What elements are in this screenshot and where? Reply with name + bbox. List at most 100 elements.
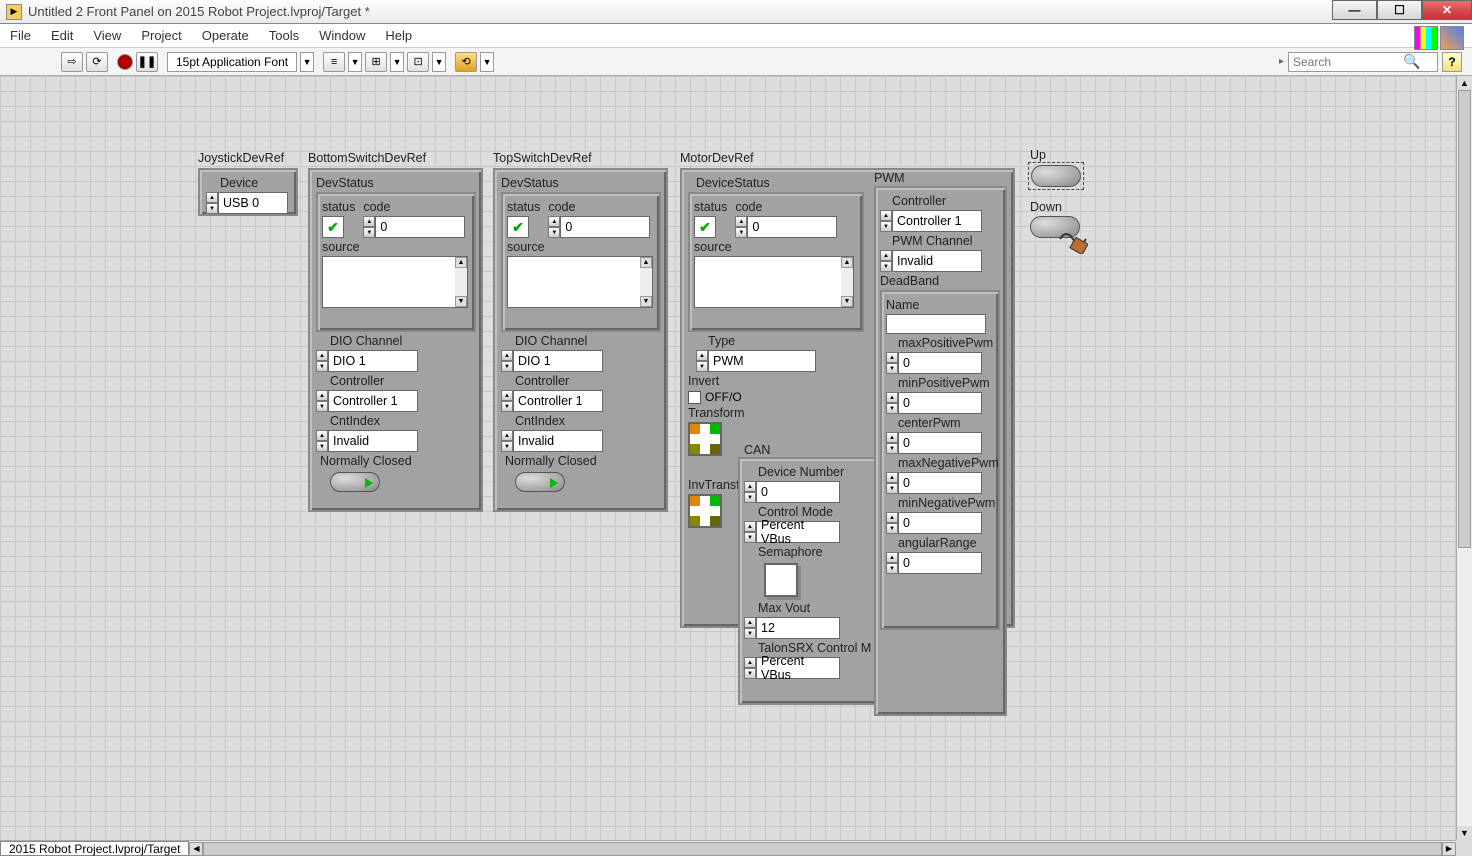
- device-value[interactable]: USB 0: [218, 192, 288, 214]
- vscroll-up-arrow[interactable]: ▲: [1457, 76, 1472, 90]
- transform-icon[interactable]: [688, 422, 722, 456]
- code-value-2[interactable]: 0: [560, 216, 650, 238]
- joystickdevref-cluster[interactable]: Device ▲▼ USB 0: [198, 168, 298, 216]
- abort-button[interactable]: [117, 54, 133, 70]
- minpos-value[interactable]: 0: [898, 392, 982, 414]
- code-spinner-2[interactable]: ▲▼: [548, 216, 560, 238]
- minneg-spinner[interactable]: ▲▼: [886, 512, 898, 534]
- talon-spinner[interactable]: ▲▼: [744, 657, 756, 679]
- pwm-controller-spinner[interactable]: ▲▼: [880, 210, 892, 232]
- source-textarea-2[interactable]: ▲▼: [507, 256, 653, 308]
- type-spinner[interactable]: ▲▼: [696, 350, 708, 372]
- search-box[interactable]: 🔍: [1288, 52, 1438, 72]
- up-button[interactable]: [1031, 165, 1081, 187]
- context-help-button[interactable]: ?: [1442, 52, 1462, 72]
- can-cluster[interactable]: CAN Device Number ▲▼0 Control Mode ▲▼Per…: [738, 457, 878, 705]
- topswitchdevref-cluster[interactable]: DevStatus status ✔ code ▲▼ 0 source ▲▼ D…: [493, 168, 668, 512]
- menu-operate[interactable]: Operate: [202, 28, 249, 43]
- minpos-spinner[interactable]: ▲▼: [886, 392, 898, 414]
- angular-spinner[interactable]: ▲▼: [886, 552, 898, 574]
- controller-value-2[interactable]: Controller 1: [513, 390, 603, 412]
- cnt-value[interactable]: Invalid: [328, 430, 418, 452]
- maxvout-value[interactable]: 12: [756, 617, 840, 639]
- hscroll-left-arrow[interactable]: ◀: [189, 842, 203, 856]
- controller-spinner-2[interactable]: ▲▼: [501, 390, 513, 412]
- distribute-dropdown[interactable]: ▼: [390, 52, 404, 72]
- motordevref-cluster[interactable]: DeviceStatus status ✔ code ▲▼ 0 source ▲…: [680, 168, 1015, 628]
- pwm-controller-value[interactable]: Controller 1: [892, 210, 982, 232]
- talon-value[interactable]: Percent VBus: [756, 657, 840, 679]
- maxpos-spinner[interactable]: ▲▼: [886, 352, 898, 374]
- vscroll-thumb[interactable]: [1458, 90, 1471, 548]
- invtransform-icon[interactable]: [688, 494, 722, 528]
- code-value-3[interactable]: 0: [747, 216, 837, 238]
- dio-value[interactable]: DIO 1: [328, 350, 418, 372]
- bottomswitchdevref-cluster[interactable]: DevStatus status ✔ code ▲▼ 0 source ▲▼ D…: [308, 168, 483, 512]
- vi-icon[interactable]: [1414, 26, 1438, 50]
- up-button-selected[interactable]: [1028, 162, 1084, 190]
- normally-closed-button-2[interactable]: [515, 472, 565, 492]
- controller-spinner[interactable]: ▲▼: [316, 390, 328, 412]
- type-value[interactable]: PWM: [708, 350, 816, 372]
- distribute-objects-button[interactable]: ⊞: [365, 52, 387, 72]
- pause-button[interactable]: ❚❚: [136, 52, 158, 72]
- pwm-cluster[interactable]: Controller ▲▼Controller 1 PWM Channel ▲▼…: [874, 186, 1007, 716]
- ctlmode-value[interactable]: Percent VBus: [756, 521, 840, 543]
- menu-edit[interactable]: Edit: [51, 28, 73, 43]
- devnum-value[interactable]: 0: [756, 481, 840, 503]
- ctlmode-spinner[interactable]: ▲▼: [744, 521, 756, 543]
- center-spinner[interactable]: ▲▼: [886, 432, 898, 454]
- minneg-value[interactable]: 0: [898, 512, 982, 534]
- run-button[interactable]: ⇨: [61, 52, 83, 72]
- source-textarea-3[interactable]: ▲▼: [694, 256, 854, 308]
- horizontal-scrollbar[interactable]: 2015 Robot Project.lvproj/Target ◀ ▶: [0, 840, 1456, 856]
- menu-tools[interactable]: Tools: [269, 28, 299, 43]
- window-maximize-button[interactable]: [1377, 0, 1422, 20]
- vi-connector-icon[interactable]: [1440, 26, 1464, 50]
- dio-spinner-2[interactable]: ▲▼: [501, 350, 513, 372]
- resize-objects-button[interactable]: ⊡: [407, 52, 429, 72]
- front-panel-canvas[interactable]: JoystickDevRef Device ▲▼ USB 0 BottomSwi…: [0, 76, 1456, 840]
- dio-spinner[interactable]: ▲▼: [316, 350, 328, 372]
- cnt-value-2[interactable]: Invalid: [513, 430, 603, 452]
- window-close-button[interactable]: [1422, 0, 1472, 20]
- menu-view[interactable]: View: [93, 28, 121, 43]
- pwm-channel-value[interactable]: Invalid: [892, 250, 982, 272]
- pwm-channel-spinner[interactable]: ▲▼: [880, 250, 892, 272]
- reorder-button[interactable]: ⟲: [455, 52, 477, 72]
- angular-value[interactable]: 0: [898, 552, 982, 574]
- code-value[interactable]: 0: [375, 216, 465, 238]
- menu-project[interactable]: Project: [141, 28, 181, 43]
- menu-window[interactable]: Window: [319, 28, 365, 43]
- controller-value[interactable]: Controller 1: [328, 390, 418, 412]
- maxneg-spinner[interactable]: ▲▼: [886, 472, 898, 494]
- source-textarea[interactable]: ▲▼: [322, 256, 468, 308]
- cnt-spinner-2[interactable]: ▲▼: [501, 430, 513, 452]
- semaphore-box[interactable]: [764, 563, 798, 597]
- font-selector[interactable]: 15pt Application Font: [167, 52, 297, 72]
- hscroll-thumb[interactable]: [203, 842, 1442, 856]
- dio-value-2[interactable]: DIO 1: [513, 350, 603, 372]
- device-spinner[interactable]: ▲▼: [206, 192, 218, 214]
- window-minimize-button[interactable]: [1332, 0, 1377, 20]
- code-spinner-3[interactable]: ▲▼: [735, 216, 747, 238]
- vertical-scrollbar[interactable]: ▲ ▼: [1456, 76, 1472, 840]
- hscroll-right-arrow[interactable]: ▶: [1442, 842, 1456, 856]
- cnt-spinner[interactable]: ▲▼: [316, 430, 328, 452]
- resize-dropdown[interactable]: ▼: [432, 52, 446, 72]
- maxneg-value[interactable]: 0: [898, 472, 982, 494]
- reorder-dropdown[interactable]: ▼: [480, 52, 494, 72]
- devnum-spinner[interactable]: ▲▼: [744, 481, 756, 503]
- run-continuous-button[interactable]: ⟳: [86, 52, 108, 72]
- menu-file[interactable]: File: [10, 28, 31, 43]
- invert-checkbox[interactable]: [688, 391, 701, 404]
- search-input[interactable]: [1293, 55, 1403, 69]
- font-dropdown-button[interactable]: ▼: [300, 52, 314, 72]
- align-dropdown[interactable]: ▼: [348, 52, 362, 72]
- normally-closed-button[interactable]: [330, 472, 380, 492]
- align-objects-button[interactable]: ≡: [323, 52, 345, 72]
- name-value[interactable]: [886, 314, 986, 334]
- code-spinner[interactable]: ▲▼: [363, 216, 375, 238]
- maxvout-spinner[interactable]: ▲▼: [744, 617, 756, 639]
- maxpos-value[interactable]: 0: [898, 352, 982, 374]
